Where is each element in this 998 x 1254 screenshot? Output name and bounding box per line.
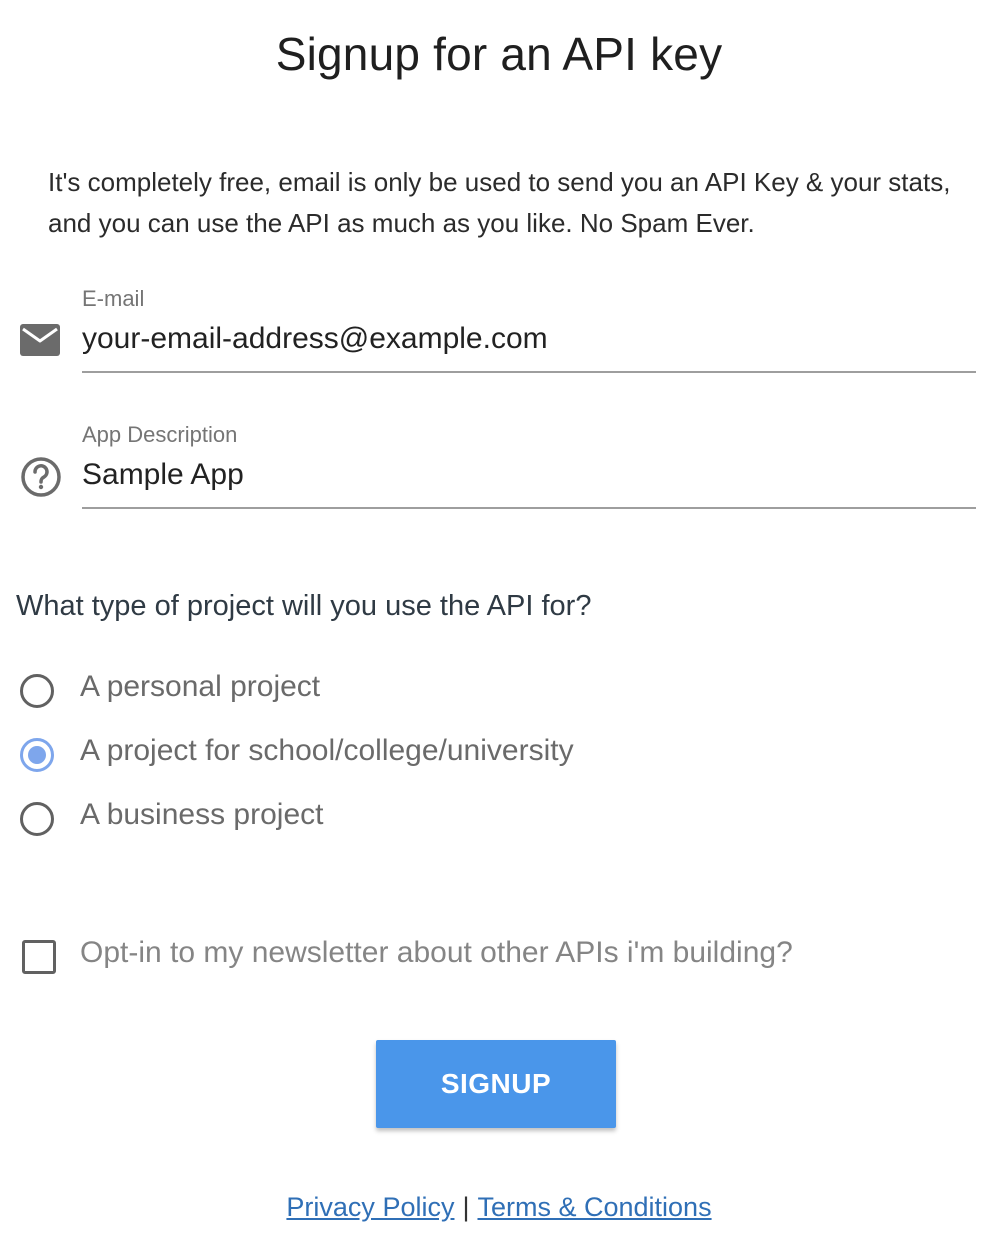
newsletter-label: Opt-in to my newsletter about other APIs… <box>80 936 793 969</box>
footer-links: Privacy Policy | Terms & Conditions <box>0 1192 998 1223</box>
email-input[interactable]: your-email-address@example.com <box>82 322 548 356</box>
signup-button[interactable]: SIGNUP <box>376 1040 616 1128</box>
project-type-question: What type of project will you use the AP… <box>16 590 592 622</box>
page-title: Signup for an API key <box>275 28 723 80</box>
terms-conditions-link[interactable]: Terms & Conditions <box>477 1192 711 1222</box>
privacy-policy-link[interactable]: Privacy Policy <box>286 1192 454 1222</box>
app-description-group: App Description Sample App <box>0 418 998 518</box>
email-underline <box>82 371 976 373</box>
newsletter-checkbox[interactable] <box>22 940 56 974</box>
email-label: E-mail <box>82 286 145 311</box>
radio-label: A business project <box>80 798 324 831</box>
footer-separator: | <box>462 1192 470 1222</box>
app-description-input[interactable]: Sample App <box>82 458 244 492</box>
help-circle-icon <box>20 456 62 503</box>
intro-text: It's completely free, email is only be u… <box>48 167 951 238</box>
app-description-underline <box>82 507 976 509</box>
radio-circle[interactable] <box>20 674 54 708</box>
signup-page: Signup for an API key It's completely fr… <box>0 0 998 1254</box>
email-field-group: E-mail your-email-address@example.com <box>0 280 998 380</box>
app-description-label: App Description <box>82 422 238 447</box>
radio-circle-selected[interactable] <box>20 738 54 772</box>
mail-icon <box>20 324 60 361</box>
radio-label: A personal project <box>80 670 321 703</box>
radio-label: A project for school/college/university <box>80 734 574 767</box>
radio-circle[interactable] <box>20 802 54 836</box>
